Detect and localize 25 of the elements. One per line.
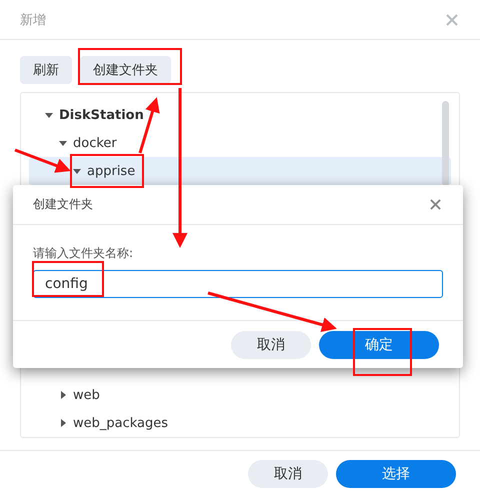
- caret-icon[interactable]: [59, 139, 67, 147]
- dialog-button[interactable]: 取消: [248, 460, 328, 488]
- caret-icon[interactable]: [59, 419, 67, 427]
- caret-icon[interactable]: [45, 111, 53, 119]
- annotation-arrow: [14, 148, 71, 173]
- dialog-button[interactable]: 取消: [231, 331, 311, 359]
- toolbar-button[interactable]: 刷新: [20, 56, 72, 84]
- folder-name-field[interactable]: config: [33, 270, 443, 298]
- highlight-frame: [32, 261, 104, 297]
- close-icon[interactable]: [430, 199, 441, 210]
- caret-icon[interactable]: [59, 391, 67, 399]
- tree-item[interactable]: web: [29, 381, 451, 409]
- window-title: 新增: [20, 12, 46, 28]
- dialog-button[interactable]: 确定: [319, 331, 439, 359]
- tree-item[interactable]: docker: [29, 129, 451, 157]
- tree-item[interactable]: DiskStation: [29, 101, 451, 129]
- tree-item[interactable]: web_packages: [29, 409, 451, 437]
- toolbar-button[interactable]: 创建文件夹: [80, 56, 171, 84]
- highlight-frame: [353, 328, 412, 376]
- caret-icon[interactable]: [73, 167, 81, 175]
- dialog-title: 创建文件夹: [33, 196, 93, 213]
- scrollbar[interactable]: [442, 101, 449, 186]
- tree-item[interactable]: apprise: [29, 157, 451, 185]
- dialog-button[interactable]: 选择: [336, 460, 456, 488]
- field-label: 请输入文件夹名称:: [33, 245, 134, 262]
